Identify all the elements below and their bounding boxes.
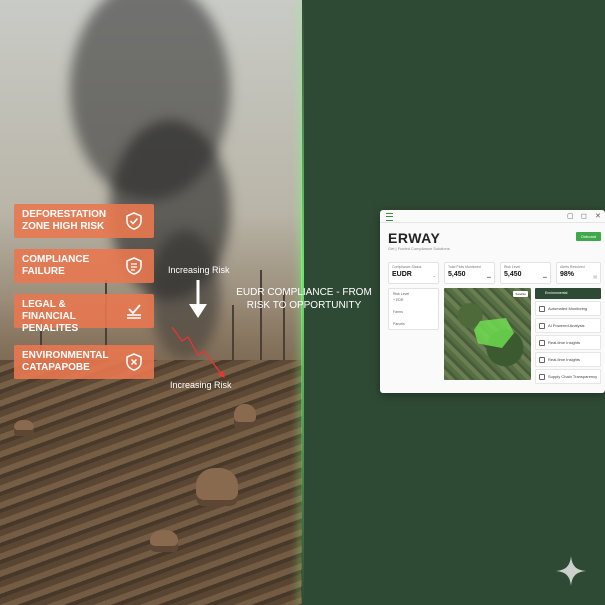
monitor-icon bbox=[539, 306, 545, 312]
sidebar-item-monitoring[interactable]: Automated Monitoring bbox=[535, 301, 601, 316]
sidebar-item-insights-2[interactable]: Real-time Insights bbox=[535, 352, 601, 367]
tree-stump bbox=[14, 420, 34, 436]
feature-sidebar: Environmental Automated Monitoring AI Po… bbox=[535, 288, 601, 384]
insight-icon bbox=[539, 340, 545, 346]
sidebar-item-transparency[interactable]: Supply Chain Transparency bbox=[535, 369, 601, 384]
tree bbox=[260, 270, 262, 360]
sidebar-header-label: Environmental bbox=[545, 291, 568, 295]
pie-icon: ◔ bbox=[432, 274, 435, 279]
satellite-map[interactable]: Satellite bbox=[444, 288, 531, 380]
stat-value: 5,450 bbox=[448, 271, 466, 278]
map-layer-badge[interactable]: Satellite bbox=[513, 291, 528, 297]
stat-value: 98% bbox=[560, 271, 575, 278]
risk-card-legal: LEGAL & FINANCIAL PENALITES bbox=[14, 294, 154, 334]
risk-card-compliance: COMPLIANCE FAILURE bbox=[14, 249, 154, 283]
bar-icon: ▬ bbox=[487, 274, 491, 279]
risk-label: ENVIRONMENTAL CATAPAPOBE bbox=[22, 350, 109, 373]
shield-x-icon bbox=[126, 353, 142, 371]
risk-label: DEFORESTATION ZONE HIGH RISK bbox=[22, 209, 107, 232]
onboard-button[interactable]: Onboard bbox=[576, 232, 601, 241]
sidebar-item-analysis[interactable]: AI Powered Analysis bbox=[535, 318, 601, 333]
risk-card-environmental: ENVIRONMENTAL CATAPAPOBE bbox=[14, 345, 154, 379]
sidebar-header[interactable]: Environmental bbox=[535, 288, 601, 299]
close-icon[interactable]: ✕ bbox=[595, 212, 601, 220]
document-icon bbox=[126, 257, 142, 275]
sidebar-item-label: Automated Monitoring bbox=[548, 306, 588, 311]
sparkle-icon bbox=[556, 556, 586, 586]
sidebar-item-label: Real-time Insights bbox=[548, 357, 581, 362]
tree-stump bbox=[150, 530, 178, 552]
title-bar: ▢ ◻ ✕ bbox=[380, 210, 605, 223]
increasing-risk-label: Increasing Risk bbox=[170, 380, 232, 390]
sidebar-item-label: Supply Chain Transparency bbox=[548, 374, 598, 379]
menu-icon[interactable] bbox=[386, 213, 393, 221]
supply-chain-icon bbox=[539, 374, 545, 380]
monitored-parcel[interactable] bbox=[474, 318, 514, 348]
arrow-down-icon bbox=[189, 280, 207, 318]
app-window: ▢ ◻ ✕ ERWAY Get | Fueled Compliance Solu… bbox=[380, 210, 605, 393]
panel-item-parcels[interactable]: Parcels bbox=[393, 322, 405, 326]
risk-level-panel: Risk Level + EDR Farms Parcels bbox=[388, 288, 439, 330]
panel-item-farms[interactable]: Farms bbox=[393, 310, 403, 314]
sidebar-item-insights[interactable]: Real-time Insights bbox=[535, 335, 601, 350]
stat-label: Alerts Resolved bbox=[560, 265, 585, 269]
tree-stump bbox=[196, 468, 238, 506]
brand-subtitle: Get | Fueled Compliance Solutions bbox=[388, 246, 450, 251]
risk-card-deforestation: DEFORESTATION ZONE HIGH RISK bbox=[14, 204, 154, 238]
checklist-icon bbox=[127, 304, 141, 319]
tree bbox=[232, 305, 234, 360]
cleared-ground bbox=[0, 360, 302, 605]
minimize-icon[interactable]: ▢ bbox=[567, 212, 574, 220]
stat-label: Total Plots Monitored bbox=[448, 265, 481, 269]
risk-label: COMPLIANCE FAILURE bbox=[22, 254, 90, 277]
stat-card[interactable]: Total Plots Monitored 5,450 ▬ bbox=[444, 262, 495, 284]
stat-label: Risk Level bbox=[504, 265, 521, 269]
stat-label: Compliance Status bbox=[392, 265, 422, 269]
trend-down-icon bbox=[171, 326, 225, 378]
tagline: EUDR COMPLIANCE - FROM RISK TO OPPORTUNI… bbox=[236, 287, 372, 311]
stat-card[interactable]: Alerts Resolved 98% ▤ bbox=[556, 262, 601, 284]
risk-label: LEGAL & FINANCIAL PENALITES bbox=[22, 299, 79, 334]
maximize-icon[interactable]: ◻ bbox=[581, 212, 587, 220]
increasing-risk-label: Increasing Risk bbox=[168, 265, 230, 275]
stat-value: EUDR bbox=[392, 271, 412, 278]
brand-logo: ERWAY bbox=[388, 230, 441, 246]
stat-card[interactable]: Risk Level 5,450 ▬ bbox=[500, 262, 551, 284]
stat-card[interactable]: Compliance Status EUDR ◔ bbox=[388, 262, 439, 284]
sidebar-item-label: AI Powered Analysis bbox=[548, 323, 585, 328]
tree-stump bbox=[234, 404, 256, 428]
shield-check-icon bbox=[126, 212, 142, 230]
grid-icon: ▤ bbox=[593, 274, 597, 279]
panel-title: Risk Level bbox=[393, 292, 410, 296]
ai-icon bbox=[539, 323, 545, 329]
sidebar-item-label: Real-time Insights bbox=[548, 340, 581, 345]
bar-icon: ▬ bbox=[543, 274, 547, 279]
panel-value: + EDR bbox=[393, 298, 404, 302]
stat-value: 5,450 bbox=[504, 271, 522, 278]
insight-icon bbox=[539, 357, 545, 363]
